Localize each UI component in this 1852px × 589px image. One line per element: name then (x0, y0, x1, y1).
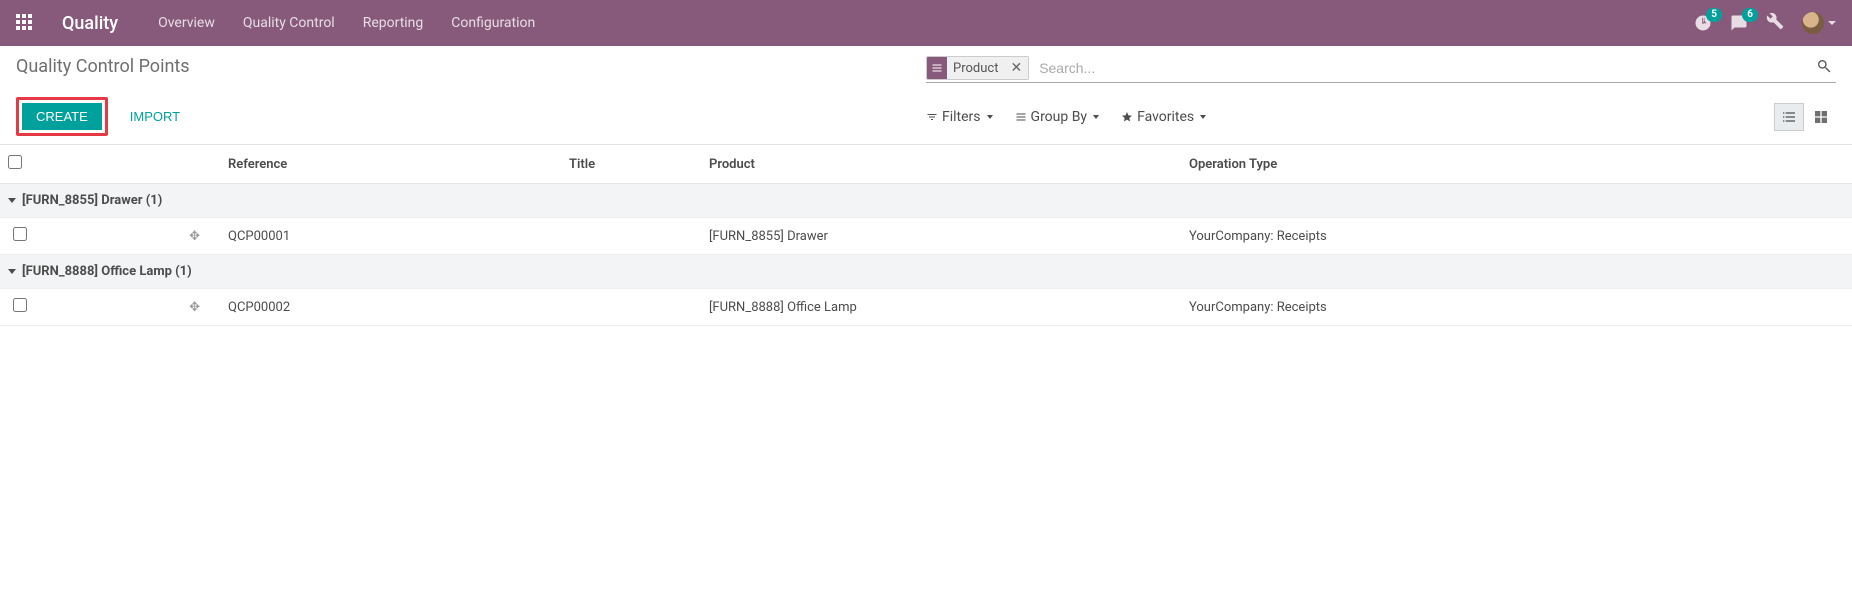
group-row[interactable]: [FURN_8888] Office Lamp (1) (0, 255, 1852, 289)
nav-link-configuration[interactable]: Configuration (451, 15, 535, 31)
breadcrumb: Quality Control Points (16, 56, 926, 77)
favorites-button[interactable]: Favorites (1121, 109, 1206, 125)
list-table: Reference Title Product Operation Type [… (0, 145, 1852, 326)
groupby-facet-icon (927, 57, 947, 79)
filters-label: Filters (942, 109, 981, 125)
activities-icon[interactable]: 5 (1694, 14, 1712, 32)
app-brand[interactable]: Quality (62, 13, 118, 34)
list-view-button[interactable] (1774, 103, 1804, 131)
create-highlight: Create (16, 97, 108, 136)
col-title[interactable]: Title (561, 145, 701, 184)
col-operation-type[interactable]: Operation Type (1181, 145, 1852, 184)
cell-reference: QCP00001 (220, 218, 561, 255)
facet-remove-icon[interactable]: ✕ (1004, 60, 1028, 76)
caret-down-icon (987, 115, 993, 119)
kanban-view-button[interactable] (1806, 103, 1836, 131)
search-bar[interactable]: Product ✕ (926, 56, 1836, 83)
nav-link-overview[interactable]: Overview (158, 15, 215, 31)
drag-handle-icon[interactable]: ✥ (189, 229, 200, 244)
cell-product: [FURN_8888] Office Lamp (701, 289, 1181, 326)
search-input[interactable] (1035, 58, 1812, 78)
favorites-label: Favorites (1137, 109, 1194, 125)
table-header-row: Reference Title Product Operation Type (0, 145, 1852, 184)
view-switcher (1774, 103, 1836, 131)
create-button[interactable]: Create (22, 103, 102, 130)
caret-down-icon (1828, 21, 1836, 25)
nav-links: Overview Quality Control Reporting Confi… (158, 15, 535, 31)
caret-down-icon (1200, 115, 1206, 119)
nav-link-reporting[interactable]: Reporting (363, 15, 424, 31)
caret-down-icon (8, 198, 16, 203)
row-checkbox[interactable] (13, 227, 27, 241)
cell-reference: QCP00002 (220, 289, 561, 326)
cell-operation-type: YourCompany: Receipts (1181, 218, 1852, 255)
search-facet-product: Product ✕ (926, 56, 1029, 80)
group-row[interactable]: [FURN_8855] Drawer (1) (0, 184, 1852, 218)
import-button[interactable]: Import (116, 103, 194, 130)
cell-product: [FURN_8855] Drawer (701, 218, 1181, 255)
caret-down-icon (1093, 115, 1099, 119)
select-all-checkbox[interactable] (8, 155, 22, 169)
table-row[interactable]: ✥ QCP00002 [FURN_8888] Office LampYourComp… (0, 289, 1852, 326)
debug-icon[interactable] (1766, 12, 1784, 34)
avatar (1802, 12, 1824, 34)
cell-title (561, 289, 701, 326)
user-menu[interactable] (1802, 12, 1836, 34)
message-badge: 6 (1742, 8, 1758, 22)
col-reference[interactable]: Reference (220, 145, 561, 184)
nav-right: 5 6 (1694, 12, 1836, 34)
col-product[interactable]: Product (701, 145, 1181, 184)
groupby-label: Group By (1031, 109, 1088, 125)
nav-link-quality-control[interactable]: Quality Control (243, 15, 335, 31)
search-icon[interactable] (1812, 58, 1836, 78)
cell-operation-type: YourCompany: Receipts (1181, 289, 1852, 326)
drag-handle-icon[interactable]: ✥ (189, 300, 200, 315)
control-panel: Quality Control Points Product ✕ Create … (0, 46, 1852, 145)
top-navbar: Quality Overview Quality Control Reporti… (0, 0, 1852, 46)
apps-icon[interactable] (16, 14, 34, 32)
row-checkbox[interactable] (13, 298, 27, 312)
filters-button[interactable]: Filters (926, 109, 993, 125)
groupby-button[interactable]: Group By (1015, 109, 1100, 125)
cell-title (561, 218, 701, 255)
table-row[interactable]: ✥ QCP00001 [FURN_8855] DrawerYourCompany: … (0, 218, 1852, 255)
messages-icon[interactable]: 6 (1730, 14, 1748, 32)
activity-badge: 5 (1706, 8, 1722, 22)
caret-down-icon (8, 269, 16, 274)
facet-label: Product (947, 59, 1004, 78)
